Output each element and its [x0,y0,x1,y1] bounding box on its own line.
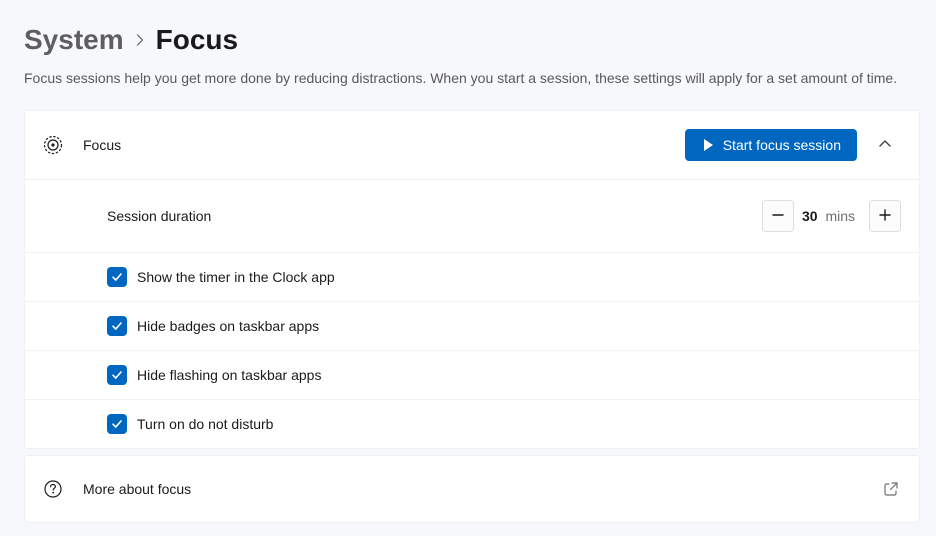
option-show-timer-label: Show the timer in the Clock app [137,269,901,285]
breadcrumb: System Focus [24,24,920,56]
breadcrumb-current: Focus [156,24,238,56]
checkbox-hide-badges[interactable] [107,316,127,336]
duration-stepper: 30 mins [762,200,901,232]
check-icon [111,271,123,283]
page-description: Focus sessions help you get more done by… [24,70,920,86]
focus-icon [43,135,63,155]
duration-value: 30 [802,208,818,224]
option-dnd-label: Turn on do not disturb [137,416,901,432]
focus-card: Focus Start focus session Session durati… [24,110,920,449]
option-hide-badges: Hide badges on taskbar apps [25,301,919,350]
option-show-timer: Show the timer in the Clock app [25,252,919,301]
focus-card-header: Focus Start focus session [25,111,919,179]
focus-card-title: Focus [83,137,685,153]
focus-options: Session duration 30 mins [25,179,919,448]
more-about-focus-label: More about focus [83,481,881,497]
check-icon [111,369,123,381]
play-icon [701,138,715,152]
start-focus-session-button[interactable]: Start focus session [685,129,857,161]
chevron-right-icon [134,34,146,46]
open-external-icon [881,479,901,499]
check-icon [111,320,123,332]
check-icon [111,418,123,430]
increase-duration-button[interactable] [869,200,901,232]
duration-unit: mins [825,208,855,224]
session-duration-label: Session duration [107,208,762,224]
checkbox-dnd[interactable] [107,414,127,434]
checkbox-hide-flashing[interactable] [107,365,127,385]
collapse-button[interactable] [869,129,901,161]
checkbox-show-timer[interactable] [107,267,127,287]
decrease-duration-button[interactable] [762,200,794,232]
session-duration-row: Session duration 30 mins [25,180,919,252]
option-dnd: Turn on do not disturb [25,399,919,448]
option-hide-flashing: Hide flashing on taskbar apps [25,350,919,399]
plus-icon [879,209,891,224]
minus-icon [772,209,784,224]
more-about-focus-card[interactable]: More about focus [24,455,920,523]
option-hide-badges-label: Hide badges on taskbar apps [137,318,901,334]
chevron-up-icon [878,137,892,154]
breadcrumb-parent[interactable]: System [24,24,124,56]
start-focus-session-label: Start focus session [723,137,841,153]
option-hide-flashing-label: Hide flashing on taskbar apps [137,367,901,383]
help-icon [43,479,63,499]
